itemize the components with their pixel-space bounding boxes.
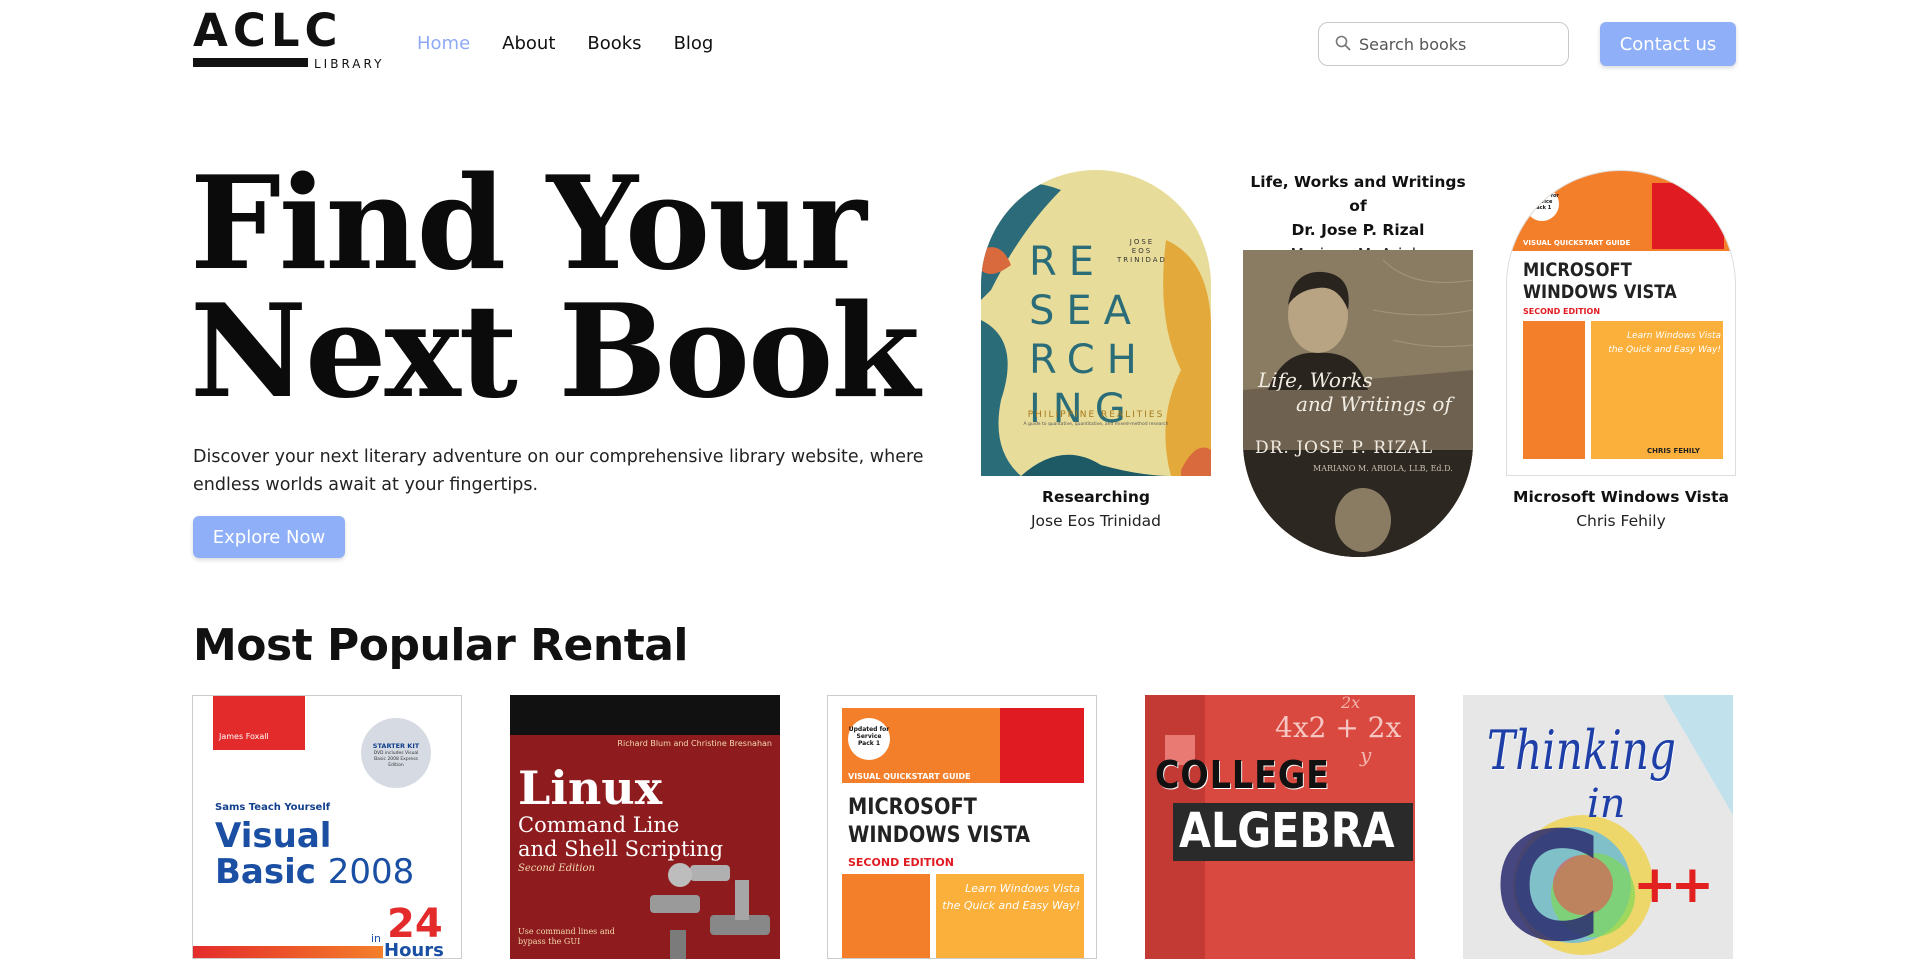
popular-book-thinking-in-cpp[interactable]: Thinking in C ++ — [1463, 695, 1733, 959]
vista-left-block — [842, 874, 930, 958]
hero-title-line1: Find Your — [190, 149, 867, 299]
navbar: ACLC LIBRARY Home About Books Blog Conta… — [0, 0, 1919, 90]
popular-book-windows-vista[interactable]: Updated for Service Pack 1 VISUAL QUICKS… — [827, 695, 1097, 959]
vista-edition: SECOND EDITION — [848, 856, 954, 869]
vista-cover-author: CHRIS FEHILY — [1647, 447, 1700, 455]
vista-cover-left-block — [1523, 321, 1585, 459]
linux-top-band — [510, 695, 780, 735]
nav-links: Home About Books Blog — [417, 33, 713, 54]
nav-link-home[interactable]: Home — [417, 33, 470, 54]
vista-cover-blurb: Learn Windows Vista the Quick and Easy W… — [1608, 331, 1721, 355]
algebra-equation: 4x2 + 2x — [1275, 711, 1402, 744]
featured-title[interactable]: Life, Works and Writings of — [1243, 170, 1473, 218]
logo-wordmark: ACLC — [193, 4, 343, 57]
vista-logo-box — [1000, 708, 1084, 783]
vista-title: MICROSOFT WINDOWS VISTA — [848, 795, 1031, 848]
algebra-title-algebra: ALGEBRA — [1179, 803, 1395, 859]
algebra-eq-y: y — [1360, 743, 1372, 767]
featured-title-line2[interactable]: Dr. Jose P. Rizal — [1243, 218, 1473, 242]
search-box[interactable] — [1318, 22, 1569, 66]
rizal-cover-name: DR. JOSE P. RIZAL — [1255, 438, 1434, 458]
vb-hours-number: 24 — [387, 901, 443, 947]
service-pack-badge: Updated for Service Pack 1 — [1525, 187, 1559, 221]
contact-us-button[interactable]: Contact us — [1600, 22, 1736, 66]
researching-cover-subtitle: PHILIPPINE REALITIES — [1027, 410, 1165, 420]
logo-underline — [193, 58, 308, 67]
algebra-eq-top: 2x — [1341, 695, 1361, 712]
vista-series: VISUAL QUICKSTART GUIDE — [848, 772, 971, 781]
hero-title: Find Your Next Book — [190, 149, 920, 427]
cpp-title-thinking: Thinking — [1487, 719, 1676, 782]
vb-disc-badge: STARTER KIT DVD includes Visual Basic 20… — [361, 718, 431, 788]
featured-info-researching: Researching Jose Eos Trinidad — [981, 485, 1211, 533]
vista-cover-logo-box — [1652, 183, 1724, 249]
nav-link-about[interactable]: About — [502, 33, 555, 54]
linux-authors: Richard Blum and Christine Bresnahan — [617, 739, 772, 748]
featured-info-windows-vista: Microsoft Windows Vista Chris Fehily — [1506, 485, 1736, 533]
featured-title[interactable]: Researching — [981, 485, 1211, 509]
vb-in: in — [371, 932, 382, 945]
featured-cover-researching[interactable]: JOSE EOS TRINIDAD RE SEA RCH ING PHILIPP… — [981, 170, 1211, 476]
cpp-title-plus: ++ — [1633, 855, 1714, 915]
nav-link-books[interactable]: Books — [587, 33, 641, 54]
vista-blurb: Learn Windows Vista the Quick and Easy W… — [942, 882, 1080, 912]
algebra-title-college: COLLEGE — [1155, 753, 1330, 797]
popular-book-visual-basic[interactable]: James Foxall STARTER KIT DVD includes Vi… — [192, 695, 462, 959]
hero-description: Discover your next literary adventure on… — [193, 447, 924, 495]
featured-author: Chris Fehily — [1576, 512, 1666, 530]
rizal-cover-title: Life, Works and Writings of — [1258, 368, 1452, 416]
vb-series: Sams Teach Yourself — [215, 802, 331, 813]
popular-book-linux[interactable]: Richard Blum and Christine Bresnahan Lin… — [510, 695, 780, 959]
nav-link-blog[interactable]: Blog — [674, 33, 714, 54]
explore-now-button[interactable]: Explore Now — [193, 516, 345, 558]
vb-kit-label: STARTER KIT — [372, 742, 420, 750]
vb-hours: Hours — [384, 940, 444, 959]
vb-author-block: James Foxall — [213, 696, 305, 750]
vista-cover-series: VISUAL QUICKSTART GUIDE — [1523, 239, 1631, 247]
hero-title-line2: Next Book — [190, 277, 920, 427]
linux-tagline: Use command lines and bypass the GUI — [518, 927, 615, 946]
rizal-cover-author: MARIANO M. ARIOLA, LLB, Ed.D. — [1313, 464, 1453, 473]
search-icon — [1335, 35, 1351, 51]
search-input[interactable] — [1359, 31, 1559, 57]
site-logo[interactable]: ACLC LIBRARY — [193, 8, 381, 76]
featured-cover-windows-vista[interactable]: Updated for Service Pack 1 VISUAL QUICKS… — [1506, 170, 1736, 476]
vb-kit-sub: DVD includes Visual Basic 2008 Express E… — [373, 751, 419, 768]
vb-title: Visual Basic 2008 — [215, 816, 415, 892]
vista-cover-edition: SECOND EDITION — [1523, 307, 1601, 316]
vb-author: James Foxall — [219, 732, 269, 741]
researching-cover-tagline: A guide to qualitative, quantitative, an… — [1023, 422, 1169, 427]
featured-cover-rizal[interactable]: Life, Works and Writings of DR. JOSE P. … — [1243, 250, 1473, 557]
vb-bottom-strip — [193, 946, 383, 958]
featured-title[interactable]: Microsoft Windows Vista — [1506, 485, 1736, 509]
cpp-title-c: C — [1493, 801, 1604, 959]
researching-cover-title: RE SEA RCH ING — [1029, 239, 1149, 432]
popular-book-college-algebra[interactable]: 2x 4x2 + 2x y COLLEGE ALGEBRA — [1145, 695, 1415, 959]
logo-subtitle: LIBRARY — [314, 57, 385, 71]
featured-author: Jose Eos Trinidad — [1030, 512, 1162, 530]
section-heading-popular: Most Popular Rental — [193, 620, 689, 671]
service-pack-badge: Updated for Service Pack 1 — [848, 718, 890, 760]
linux-bolts-art — [650, 863, 770, 959]
vista-cover-title: MICROSOFT WINDOWS VISTA — [1523, 259, 1677, 303]
